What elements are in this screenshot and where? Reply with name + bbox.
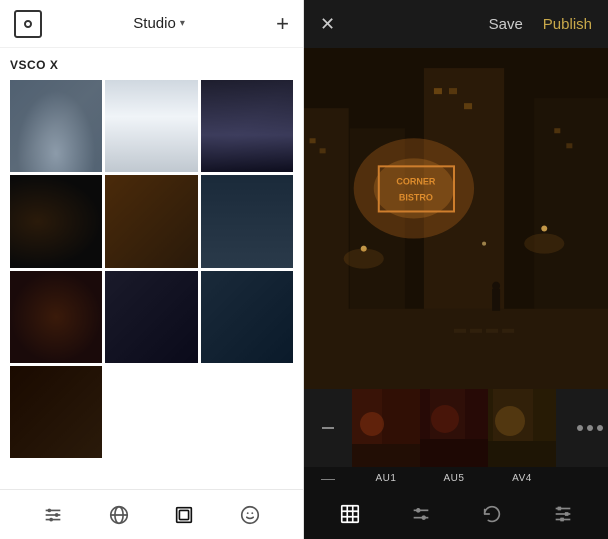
left-bottom-nav (0, 489, 303, 539)
header-actions: Save Publish (489, 16, 592, 33)
close-button[interactable]: ✕ (320, 14, 335, 35)
photo-item[interactable] (10, 175, 102, 267)
filter-strip[interactable]: — AU1 (304, 389, 608, 489)
photo-item[interactable] (201, 175, 293, 267)
main-photo-area: CORNER BISTRO (304, 48, 608, 389)
section-label: VSCO X (10, 58, 293, 72)
photo-item[interactable] (201, 80, 293, 172)
smiley-nav-icon[interactable] (234, 499, 266, 531)
filter-av4[interactable]: AV4 (488, 389, 556, 489)
publish-button[interactable]: Publish (543, 16, 592, 33)
globe-nav-icon[interactable] (103, 499, 135, 531)
photo-grid (10, 80, 293, 458)
studio-title[interactable]: Studio ▾ (133, 15, 185, 32)
photo-item[interactable] (105, 175, 197, 267)
filter-au1-label: AU1 (352, 467, 420, 489)
filters-nav-icon[interactable] (37, 499, 69, 531)
filter-none-label: — (304, 467, 352, 489)
right-bottom-nav (304, 489, 608, 539)
logo-inner (24, 20, 32, 28)
left-panel: Studio ▾ + VSCO X (0, 0, 304, 539)
filter-av4-label: AV4 (488, 467, 556, 489)
photo-item[interactable] (10, 366, 102, 458)
filter-more[interactable] (556, 389, 608, 489)
photo-item[interactable] (10, 271, 102, 363)
photo-item[interactable] (201, 271, 293, 363)
photo-item[interactable] (105, 80, 197, 172)
equalizer-nav-icon[interactable] (547, 498, 579, 530)
vsco-logo (14, 10, 42, 38)
filter-au5-label: AU5 (420, 467, 488, 489)
right-panel: ✕ Save Publish (304, 0, 608, 539)
save-button[interactable]: Save (489, 16, 523, 33)
grid-nav-icon[interactable] (334, 498, 366, 530)
filter-au1[interactable]: AU1 (352, 389, 420, 489)
photo-item[interactable] (10, 80, 102, 172)
title-text: Studio (133, 15, 176, 32)
photo-item[interactable] (105, 271, 197, 363)
adjust-nav-icon[interactable] (405, 498, 437, 530)
layers-nav-icon[interactable] (168, 499, 200, 531)
filter-au5[interactable]: AU5 (420, 389, 488, 489)
undo-nav-icon[interactable] (476, 498, 508, 530)
right-header: ✕ Save Publish (304, 0, 608, 48)
filter-none[interactable]: — (304, 389, 352, 489)
photo-library: VSCO X (0, 48, 303, 489)
left-header: Studio ▾ + (0, 0, 303, 48)
add-button[interactable]: + (276, 13, 289, 35)
chevron-down-icon: ▾ (180, 18, 185, 29)
main-photo: CORNER BISTRO (304, 48, 608, 389)
